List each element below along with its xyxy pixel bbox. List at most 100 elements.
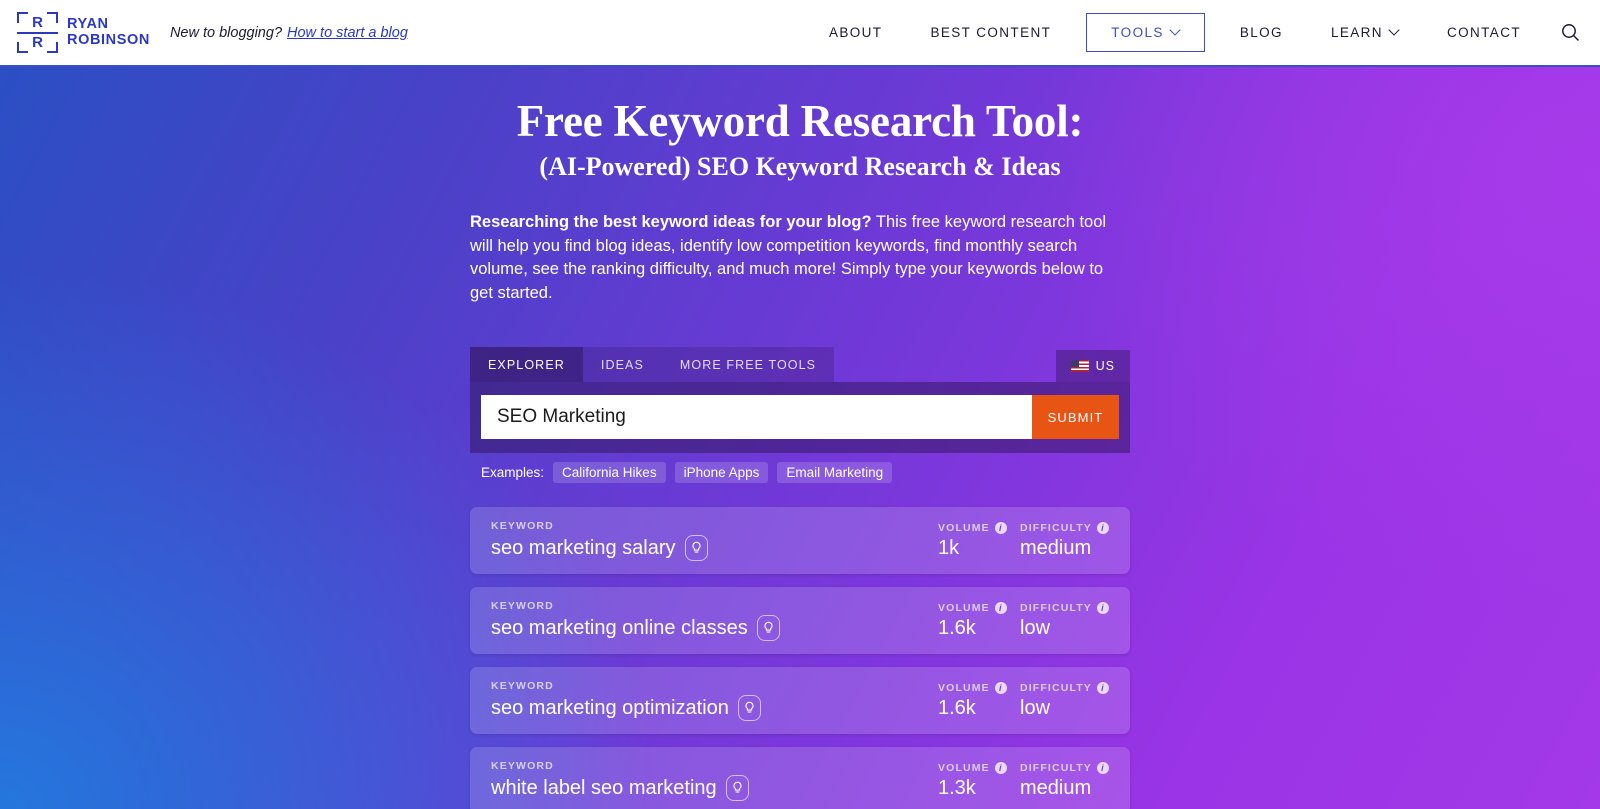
keyword-column-header: KEYWORD	[491, 760, 554, 773]
site-logo[interactable]: R R RYAN ROBINSON	[17, 12, 150, 53]
lightbulb-icon[interactable]	[737, 695, 761, 722]
volume-value: 1k	[938, 536, 960, 559]
table-row[interactable]: KEYWORD seo marketing optimization VOLUM…	[470, 667, 1130, 735]
volume-value: 1.6k	[938, 616, 976, 639]
keyword-cell: KEYWORD white label seo marketing	[470, 760, 938, 802]
lightbulb-icon[interactable]	[756, 615, 780, 642]
tagline-text: New to blogging?	[169, 24, 283, 41]
volume-column-header: VOLUME i	[938, 521, 1020, 534]
nav-item-contact[interactable]: CONTACT	[1447, 25, 1521, 40]
country-label: US	[1095, 359, 1115, 374]
difficulty-value: medium	[1020, 776, 1092, 799]
hero-section: Free Keyword Research Tool: (AI-Powered)…	[0, 67, 1600, 809]
tab-explorer[interactable]: EXPLORER	[470, 347, 583, 383]
nav-label-about: ABOUT	[828, 25, 883, 40]
search-icon[interactable]	[1561, 23, 1580, 42]
country-selector[interactable]: US	[1055, 350, 1130, 383]
info-icon[interactable]: i	[994, 761, 1007, 774]
nav-label-contact: CONTACT	[1446, 25, 1521, 40]
example-chip-email-marketing[interactable]: Email Marketing	[777, 462, 893, 484]
info-icon[interactable]: i	[1096, 521, 1109, 534]
volume-cell: VOLUME i 1.6k	[938, 681, 1020, 720]
keyword-cell: KEYWORD seo marketing online classes	[470, 600, 938, 642]
header-tagline: New to blogging? How to start a blog	[170, 25, 408, 41]
keyword-cell: KEYWORD seo marketing optimization	[470, 680, 938, 722]
info-icon[interactable]: i	[1096, 681, 1109, 694]
difficulty-column-header: DIFFICULTY i	[1020, 601, 1130, 614]
logo-mark-letter-top: R	[32, 14, 43, 31]
page-subtitle: (AI-Powered) SEO Keyword Research & Idea…	[539, 152, 1061, 181]
keyword-column-header: KEYWORD	[491, 600, 554, 613]
difficulty-cell: DIFFICULTY i medium	[1020, 761, 1130, 800]
keyword-search-bar: SUBMIT	[470, 382, 1130, 454]
difficulty-column-label: DIFFICULTY	[1020, 521, 1092, 534]
nav-label-best-content: BEST CONTENT	[930, 25, 1052, 40]
table-row[interactable]: KEYWORD white label seo marketing VOLUME…	[470, 747, 1130, 809]
logo-mark-letter-bottom: R	[32, 34, 43, 51]
nav-item-learn[interactable]: LEARN	[1331, 25, 1399, 40]
difficulty-column-header: DIFFICULTY i	[1020, 681, 1130, 694]
keyword-tool: EXPLORER IDEAS MORE FREE TOOLS US SUBMIT	[470, 347, 1130, 809]
keyword-value: white label seo marketing	[491, 776, 717, 799]
difficulty-column-header: DIFFICULTY i	[1020, 761, 1130, 774]
chevron-down-icon	[1390, 26, 1399, 35]
difficulty-value: medium	[1020, 536, 1092, 559]
keyword-search-input[interactable]	[481, 395, 1032, 440]
lightbulb-icon[interactable]	[684, 535, 708, 562]
tab-ideas[interactable]: IDEAS	[582, 347, 662, 383]
keyword-column-header: KEYWORD	[491, 680, 554, 693]
nav-label-blog: BLOG	[1239, 25, 1283, 40]
lightbulb-icon[interactable]	[725, 775, 749, 802]
us-flag-icon	[1070, 360, 1089, 373]
results-list: KEYWORD seo marketing salary VOLUME i 1k…	[470, 507, 1130, 809]
logo-mark-icon: R R	[17, 12, 58, 53]
tab-ideas-label: IDEAS	[600, 358, 644, 373]
logo-wordmark: RYAN ROBINSON	[67, 16, 150, 48]
site-header: R R RYAN ROBINSON New to blogging? How t…	[0, 0, 1600, 67]
info-icon[interactable]: i	[994, 681, 1007, 694]
volume-column-label: VOLUME	[938, 601, 990, 614]
info-icon[interactable]: i	[1096, 761, 1109, 774]
difficulty-cell: DIFFICULTY i low	[1020, 601, 1130, 640]
difficulty-value: low	[1020, 696, 1051, 719]
difficulty-column-header: DIFFICULTY i	[1020, 521, 1130, 534]
logo-line-2: ROBINSON	[67, 31, 150, 48]
volume-cell: VOLUME i 1.6k	[938, 601, 1020, 640]
examples-row: Examples: California Hikes iPhone Apps E…	[470, 462, 1130, 484]
nav-item-about[interactable]: ABOUT	[829, 25, 883, 40]
difficulty-column-label: DIFFICULTY	[1020, 761, 1092, 774]
nav-item-blog[interactable]: BLOG	[1240, 25, 1283, 40]
volume-value: 1.6k	[938, 696, 976, 719]
nav-item-tools[interactable]: TOOLS	[1086, 13, 1205, 52]
example-chip-iphone-apps[interactable]: iPhone Apps	[674, 462, 769, 484]
logo-line-1: RYAN	[67, 16, 109, 32]
chevron-down-icon	[1171, 26, 1180, 35]
tab-more-free-tools-label: MORE FREE TOOLS	[679, 358, 817, 373]
info-icon[interactable]: i	[994, 601, 1007, 614]
volume-column-header: VOLUME i	[938, 681, 1020, 694]
nav-label-learn: LEARN	[1330, 25, 1383, 40]
info-icon[interactable]: i	[994, 521, 1007, 534]
info-icon[interactable]: i	[1096, 601, 1109, 614]
submit-button[interactable]: SUBMIT	[1032, 395, 1119, 440]
volume-cell: VOLUME i 1k	[938, 521, 1020, 560]
table-row[interactable]: KEYWORD seo marketing salary VOLUME i 1k…	[470, 507, 1130, 575]
volume-cell: VOLUME i 1.3k	[938, 761, 1020, 800]
keyword-value: seo marketing salary	[491, 536, 676, 559]
difficulty-cell: DIFFICULTY i low	[1020, 681, 1130, 720]
difficulty-column-label: DIFFICULTY	[1020, 601, 1092, 614]
example-chip-california-hikes[interactable]: California Hikes	[553, 462, 666, 484]
volume-value: 1.3k	[938, 776, 976, 799]
how-to-start-a-blog-link[interactable]: How to start a blog	[287, 25, 408, 41]
main-navigation: ABOUT BEST CONTENT TOOLS BLOG LEARN CONT…	[805, 0, 1600, 65]
tool-tabs: EXPLORER IDEAS MORE FREE TOOLS US	[470, 347, 1130, 383]
keyword-cell: KEYWORD seo marketing salary	[470, 520, 938, 562]
table-row[interactable]: KEYWORD seo marketing online classes VOL…	[470, 587, 1130, 655]
nav-item-best-content[interactable]: BEST CONTENT	[930, 25, 1051, 40]
volume-column-header: VOLUME i	[938, 761, 1020, 774]
tab-more-free-tools[interactable]: MORE FREE TOOLS	[661, 347, 835, 383]
examples-label: Examples:	[481, 465, 545, 481]
tab-explorer-label: EXPLORER	[488, 358, 565, 373]
volume-column-label: VOLUME	[938, 521, 990, 534]
keyword-column-header: KEYWORD	[491, 520, 554, 533]
